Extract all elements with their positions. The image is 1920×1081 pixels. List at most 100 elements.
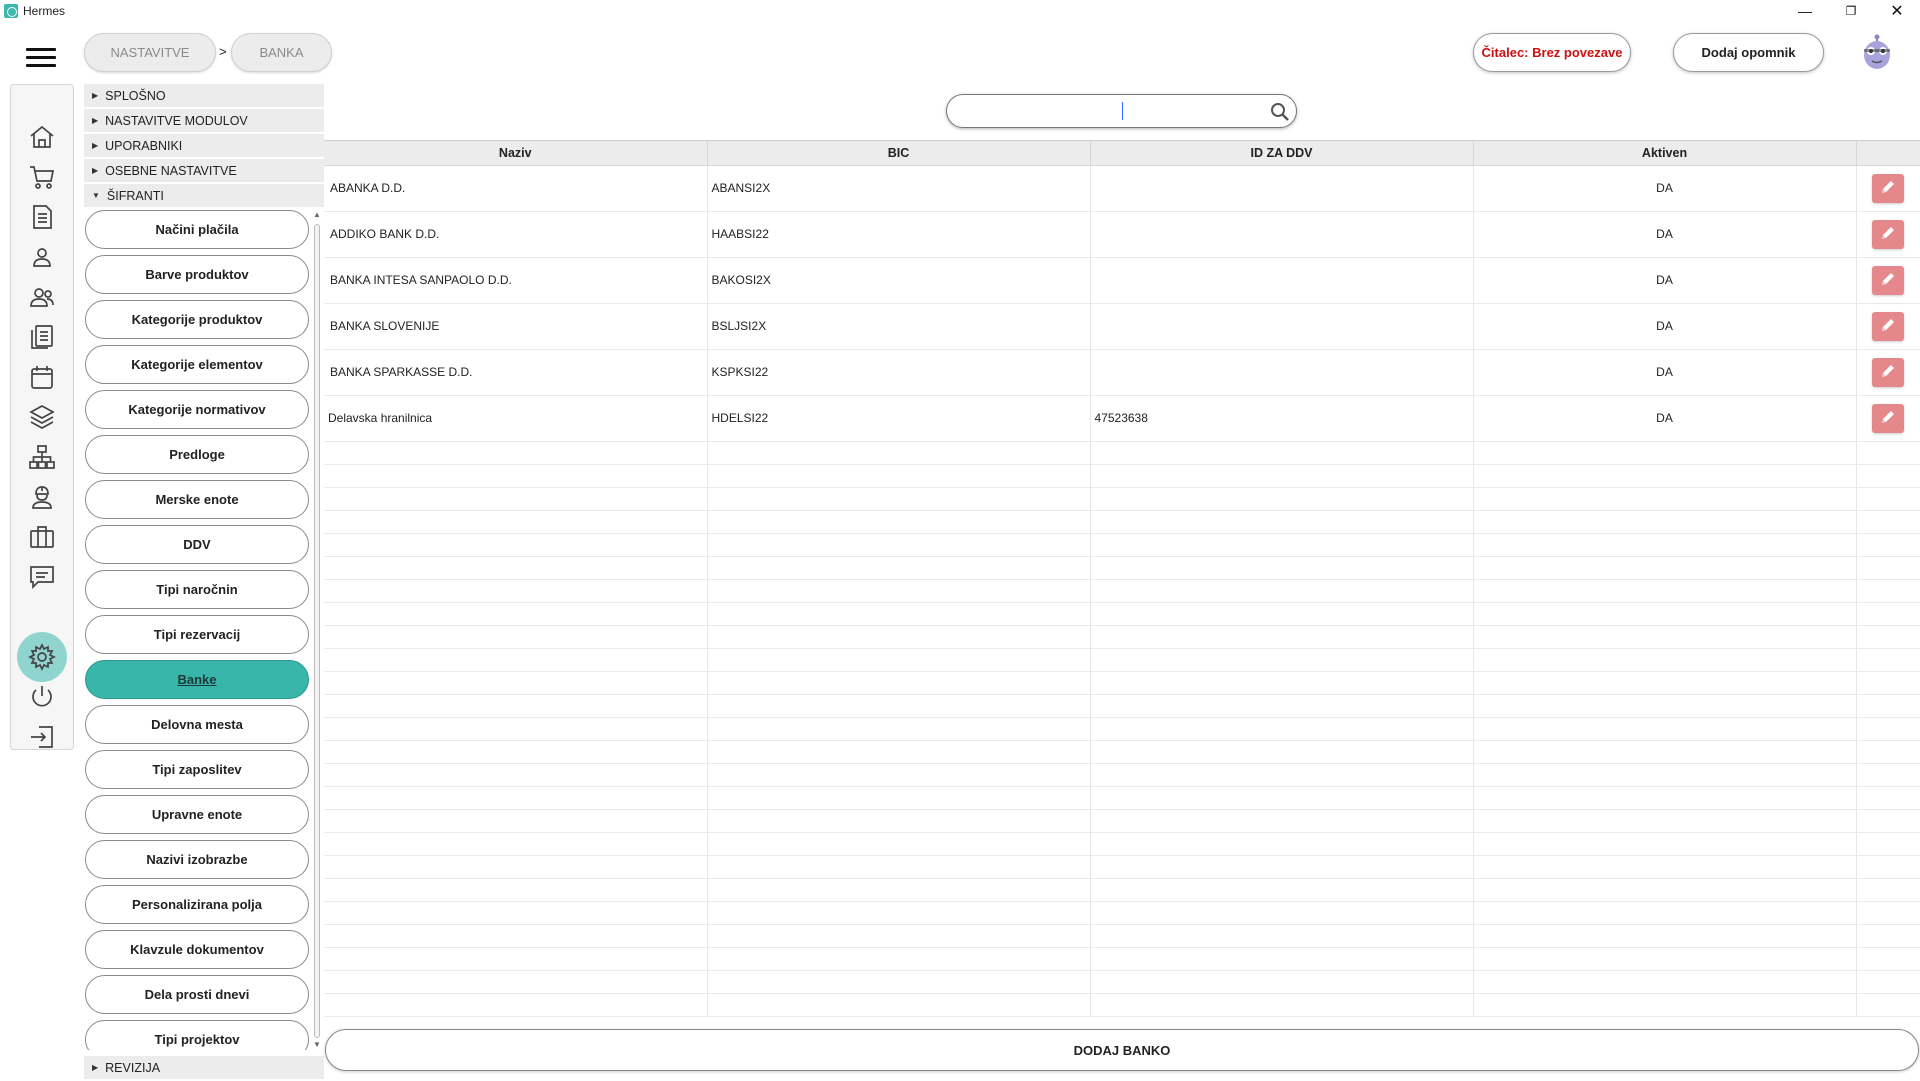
edit-button[interactable] (1872, 219, 1904, 249)
add-reminder-button[interactable]: Dodaj opomnik (1673, 33, 1824, 72)
column-header-active[interactable]: Aktiven (1473, 141, 1857, 166)
codebook-item[interactable]: Dela prosti dnevi (85, 975, 309, 1014)
hamburger-menu-icon[interactable] (26, 48, 56, 68)
empty-row (324, 970, 1920, 994)
briefcase-icon[interactable] (27, 522, 57, 552)
tree-section-label: NASTAVITVE MODULOV (105, 113, 248, 128)
empty-row (324, 993, 1920, 1017)
codebook-item[interactable]: Kategorije produktov (85, 300, 309, 339)
cell-active: DA (1473, 395, 1857, 442)
codebook-item[interactable]: Predloge (85, 435, 309, 474)
home-icon[interactable] (27, 122, 57, 152)
table-row[interactable]: Delavska hranilnica HDELSI22 47523638 DA (324, 395, 1920, 442)
breadcrumb-item-bank[interactable]: BANKA (231, 33, 332, 72)
empty-row (324, 602, 1920, 626)
tree-section-personal[interactable]: ▶ OSEBNE NASTAVITVE (84, 159, 324, 183)
layers-icon[interactable] (27, 402, 57, 432)
cell-bic: HAABSI22 (707, 211, 1091, 258)
exit-icon[interactable] (27, 722, 57, 752)
tree-scrollbar[interactable]: ▲ ▼ (312, 210, 322, 1052)
empty-row (324, 832, 1920, 856)
tree-section-label: OSEBNE NASTAVITVE (105, 163, 237, 178)
edit-button[interactable] (1872, 403, 1904, 433)
codebook-item[interactable]: Kategorije elementov (85, 345, 309, 384)
table-row[interactable]: ABANKA D.D. ABANSI2X DA (324, 165, 1920, 212)
column-header-vat-id[interactable]: ID ZA DDV (1090, 141, 1474, 166)
tree-section-users[interactable]: ▶ UPORABNIKI (84, 134, 324, 158)
codebook-item[interactable]: Nazivi izobrazbe (85, 840, 309, 879)
minimize-button[interactable]: — (1782, 0, 1828, 22)
codebook-item[interactable]: Tipi zaposlitev (85, 750, 309, 789)
user-avatar-icon[interactable] (1860, 33, 1894, 71)
settings-icon[interactable] (27, 642, 57, 672)
cart-icon[interactable] (27, 162, 57, 192)
calendar-icon[interactable] (27, 362, 57, 392)
worker-icon[interactable] (27, 482, 57, 512)
codebook-item[interactable]: Kategorije normativov (85, 390, 309, 429)
empty-row (324, 648, 1920, 672)
cell-bic: BAKOSI2X (707, 257, 1091, 304)
codebook-item[interactable]: Barve produktov (85, 255, 309, 294)
pencil-icon (1880, 363, 1896, 382)
reader-status-button[interactable]: Čitalec: Brez povezave (1473, 33, 1631, 72)
cell-bic: HDELSI22 (707, 395, 1091, 442)
list-document-icon[interactable] (27, 322, 57, 352)
scroll-down-icon[interactable]: ▼ (312, 1040, 322, 1050)
sitemap-icon[interactable] (27, 442, 57, 472)
tree-section-label: REVIZIJA (105, 1060, 161, 1075)
table-row[interactable]: ADDIKO BANK D.D. HAABSI22 DA (324, 211, 1920, 258)
edit-button[interactable] (1872, 311, 1904, 341)
table-row[interactable]: BANKA SPARKASSE D.D. KSPKSI22 DA (324, 349, 1920, 396)
cell-vat-id (1090, 349, 1474, 396)
tree-section-audit[interactable]: ▶ REVIZIJA (84, 1056, 324, 1080)
comment-icon[interactable] (27, 562, 57, 592)
codebook-item[interactable]: Personalizirana polja (85, 885, 309, 924)
search-icon[interactable] (1270, 102, 1290, 122)
search-box[interactable] (946, 94, 1297, 128)
icon-sidebar (10, 84, 74, 750)
cell-name: BANKA SPARKASSE D.D. (324, 349, 708, 396)
table-row[interactable]: BANKA INTESA SANPAOLO D.D. BAKOSI2X DA (324, 257, 1920, 304)
empty-row (324, 556, 1920, 580)
tree-section-codebooks[interactable]: ▼ ŠIFRANTI (84, 184, 324, 208)
cell-active: DA (1473, 211, 1857, 258)
codebook-item[interactable]: Tipi rezervacij (85, 615, 309, 654)
pencil-icon (1880, 271, 1896, 290)
codebook-item[interactable]: Tipi projektov (85, 1020, 309, 1050)
empty-row (324, 809, 1920, 833)
banks-table: Naziv BIC ID ZA DDV Aktiven ABANKA D.D. A… (324, 140, 1920, 1024)
document-icon[interactable] (27, 202, 57, 232)
codebook-item[interactable]: Klavzule dokumentov (85, 930, 309, 969)
cell-actions (1856, 211, 1920, 258)
text-cursor (1122, 102, 1123, 120)
edit-button[interactable] (1872, 357, 1904, 387)
tree-section-label: ŠIFRANTI (106, 188, 164, 203)
edit-button[interactable] (1872, 173, 1904, 203)
search-input[interactable] (961, 101, 1261, 123)
empty-row (324, 510, 1920, 534)
scroll-thumb[interactable] (314, 224, 320, 1038)
cell-bic: ABANSI2X (707, 165, 1091, 212)
codebook-item[interactable]: Merske enote (85, 480, 309, 519)
codebook-item[interactable]: Delovna mesta (85, 705, 309, 744)
codebook-item[interactable]: Načini plačila (85, 210, 309, 249)
cell-active: DA (1473, 257, 1857, 304)
users-icon[interactable] (27, 282, 57, 312)
close-button[interactable]: ✕ (1874, 0, 1920, 22)
edit-button[interactable] (1872, 265, 1904, 295)
codebook-item[interactable]: Tipi naročnin (85, 570, 309, 609)
add-bank-button[interactable]: DODAJ BANKO (325, 1029, 1919, 1071)
tree-section-general[interactable]: ▶ SPLOŠNO (84, 84, 324, 108)
user-icon[interactable] (27, 242, 57, 272)
tree-section-modules[interactable]: ▶ NASTAVITVE MODULOV (84, 109, 324, 133)
column-header-name[interactable]: Naziv (324, 141, 708, 166)
table-row[interactable]: BANKA SLOVENIJE BSLJSI2X DA (324, 303, 1920, 350)
codebook-item[interactable]: DDV (85, 525, 309, 564)
codebook-item[interactable]: Banke (85, 660, 309, 699)
codebook-item[interactable]: Upravne enote (85, 795, 309, 834)
breadcrumb-item-settings[interactable]: NASTAVITVE (84, 33, 216, 72)
scroll-up-icon[interactable]: ▲ (312, 210, 322, 220)
power-icon[interactable] (27, 682, 57, 712)
restore-button[interactable]: ❐ (1828, 0, 1874, 22)
column-header-bic[interactable]: BIC (707, 141, 1091, 166)
